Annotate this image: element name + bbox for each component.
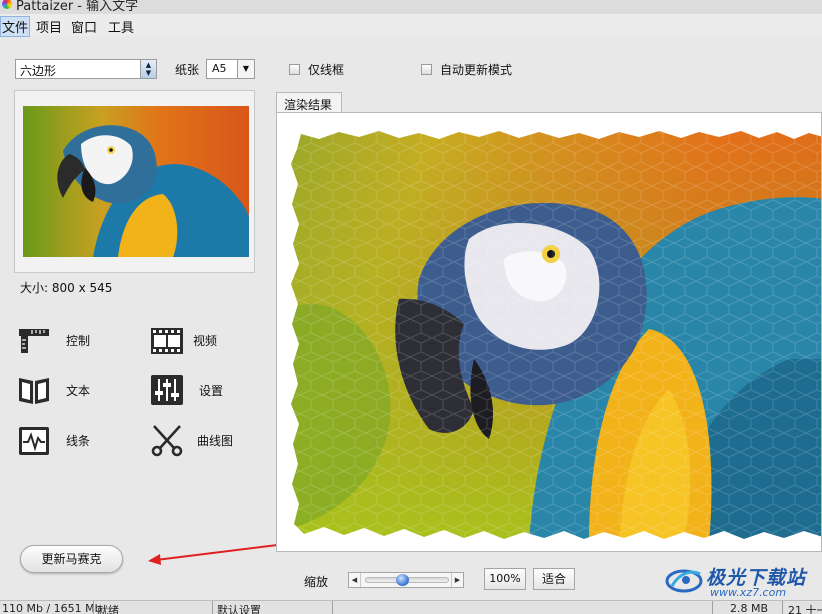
tool-text[interactable] (17, 373, 51, 410)
menu-window[interactable]: 窗口 (70, 17, 98, 36)
tool-control[interactable] (17, 323, 51, 360)
status-size: 2.8 MB (730, 602, 769, 614)
preview-frame (14, 90, 255, 273)
tool-text-label[interactable]: 文本 (66, 382, 90, 399)
paper-select-value: A5 (212, 62, 227, 75)
shape-select-value: 六边形 (20, 64, 57, 78)
fit-button[interactable]: 适合 (533, 568, 575, 590)
menu-file[interactable]: 文件 (0, 16, 31, 37)
wireframe-label: 仅线框 (308, 63, 345, 77)
status-memory: 110 Mb / 1651 Mb (2, 602, 102, 614)
tool-video[interactable] (150, 323, 184, 360)
chevron-down-icon[interactable]: ▼ (237, 60, 254, 78)
zoom-label: 缩放 (304, 575, 329, 589)
tool-settings[interactable] (150, 373, 184, 410)
film-icon (151, 328, 183, 354)
tool-curves-label[interactable]: 曲线图 (197, 432, 233, 449)
watermark-url: www.xz7.com (710, 586, 787, 599)
tool-settings-label[interactable]: 设置 (199, 382, 223, 399)
update-mosaic-button[interactable]: 更新马赛克 (20, 545, 123, 573)
zoom-slider-thumb[interactable] (396, 574, 410, 586)
zoom-slider[interactable]: ◀ ▶ (348, 572, 464, 588)
auto-update-checkbox[interactable] (421, 64, 432, 75)
ruler-icon (19, 329, 49, 353)
tool-lines-label[interactable]: 线条 (66, 432, 90, 449)
book-icon (19, 378, 49, 404)
status-preset: 默认设置 (217, 604, 261, 614)
scissors-icon (151, 425, 183, 457)
status-bar: 110 Mb / 1651 Mb 就绪 默认设置 2.8 MB 21 十一 (0, 600, 822, 614)
tool-lines[interactable] (17, 423, 51, 460)
watermark-logo-icon (665, 569, 703, 593)
menu-bar: 文件 项目 窗口 工具 (0, 14, 822, 37)
paper-label: 纸张 (175, 63, 200, 77)
mosaic-render-image (289, 129, 821, 543)
tool-control-label[interactable]: 控制 (66, 332, 90, 349)
app-logo-icon (2, 0, 12, 9)
spinner-arrows-icon[interactable]: ▲ ▼ (140, 60, 156, 78)
tab-render-result[interactable]: 渲染结果 (276, 92, 342, 113)
zoom-100-button[interactable]: 100% (484, 568, 526, 590)
shape-select[interactable]: 六边形 ▲ ▼ (15, 59, 157, 79)
paper-select[interactable]: A5 ▼ (206, 59, 255, 79)
menu-tools[interactable]: 工具 (107, 17, 135, 36)
sliders-icon (151, 375, 183, 405)
tool-curves[interactable] (150, 423, 184, 460)
tool-video-label[interactable]: 视频 (193, 332, 217, 349)
render-panel (276, 112, 822, 552)
waveform-icon (19, 427, 49, 455)
preview-image (23, 106, 249, 257)
wireframe-checkbox[interactable] (289, 64, 300, 75)
window-title: Pattaizer - 输入文字 (16, 0, 139, 14)
image-size-text: 大小: 800 x 545 (20, 281, 113, 295)
status-state: 就绪 (97, 604, 119, 614)
menu-project[interactable]: 项目 (35, 17, 63, 36)
title-bar: Pattaizer - 输入文字 (0, 0, 822, 14)
chevron-left-icon[interactable]: ◀ (349, 573, 361, 587)
status-extra: 21 十一 (788, 604, 822, 614)
chevron-right-icon[interactable]: ▶ (451, 573, 463, 587)
auto-update-label: 自动更新模式 (440, 63, 513, 77)
